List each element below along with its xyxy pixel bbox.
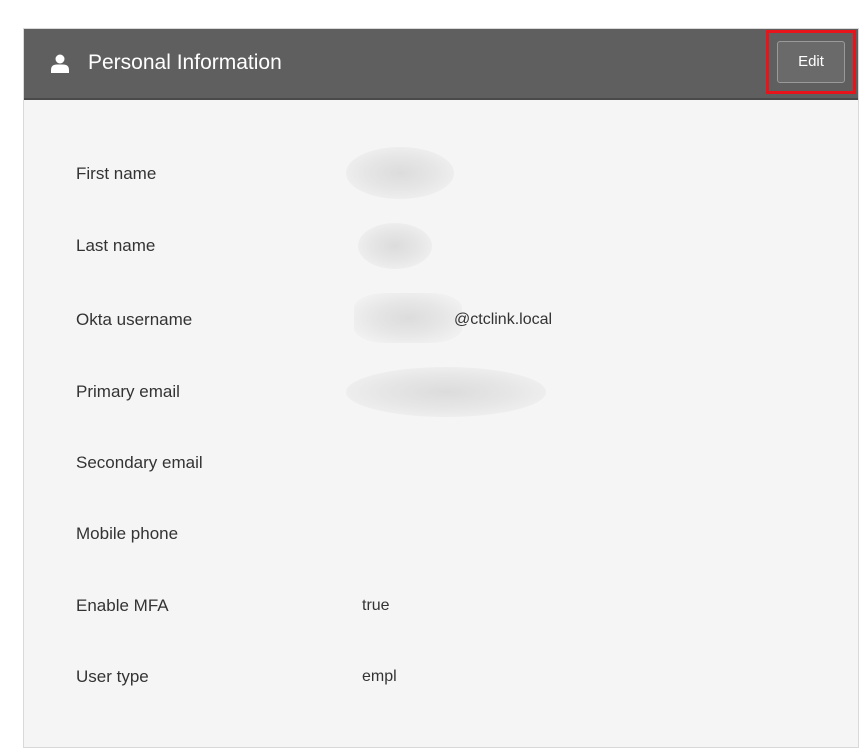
panel-title: Personal Information (88, 51, 282, 74)
last-name-row: Last name (24, 223, 858, 269)
okta-username-row: Okta username @ctclink.local (24, 293, 858, 343)
first-name-label: First name (76, 164, 157, 183)
redacted-primary-email (346, 367, 546, 417)
redacted-first-name (346, 147, 454, 199)
enable-mfa-label: Enable MFA (76, 596, 169, 615)
last-name-label: Last name (76, 236, 156, 255)
user-type-label: User type (76, 667, 149, 686)
redacted-last-name (358, 223, 432, 269)
mobile-phone-label: Mobile phone (76, 524, 179, 543)
secondary-email-row: Secondary email (24, 442, 858, 482)
mobile-phone-row: Mobile phone (24, 513, 858, 553)
enable-mfa-value: true (362, 597, 390, 614)
enable-mfa-row: Enable MFA true (24, 585, 858, 625)
primary-email-label: Primary email (76, 382, 180, 401)
user-type-row: User type empl (24, 656, 858, 696)
user-type-value: empl (362, 668, 397, 685)
primary-email-row: Primary email (24, 367, 858, 417)
personal-information-panel: Personal Information Edit First name Las… (23, 28, 859, 748)
panel-header: Personal Information Edit (24, 29, 858, 100)
redacted-okta-username (354, 293, 462, 343)
edit-button[interactable]: Edit (777, 41, 845, 83)
okta-username-value: @ctclink.local (454, 311, 553, 328)
secondary-email-label: Secondary email (76, 453, 203, 472)
user-icon (50, 53, 70, 73)
first-name-row: First name (24, 147, 858, 199)
okta-username-label: Okta username (76, 310, 193, 329)
